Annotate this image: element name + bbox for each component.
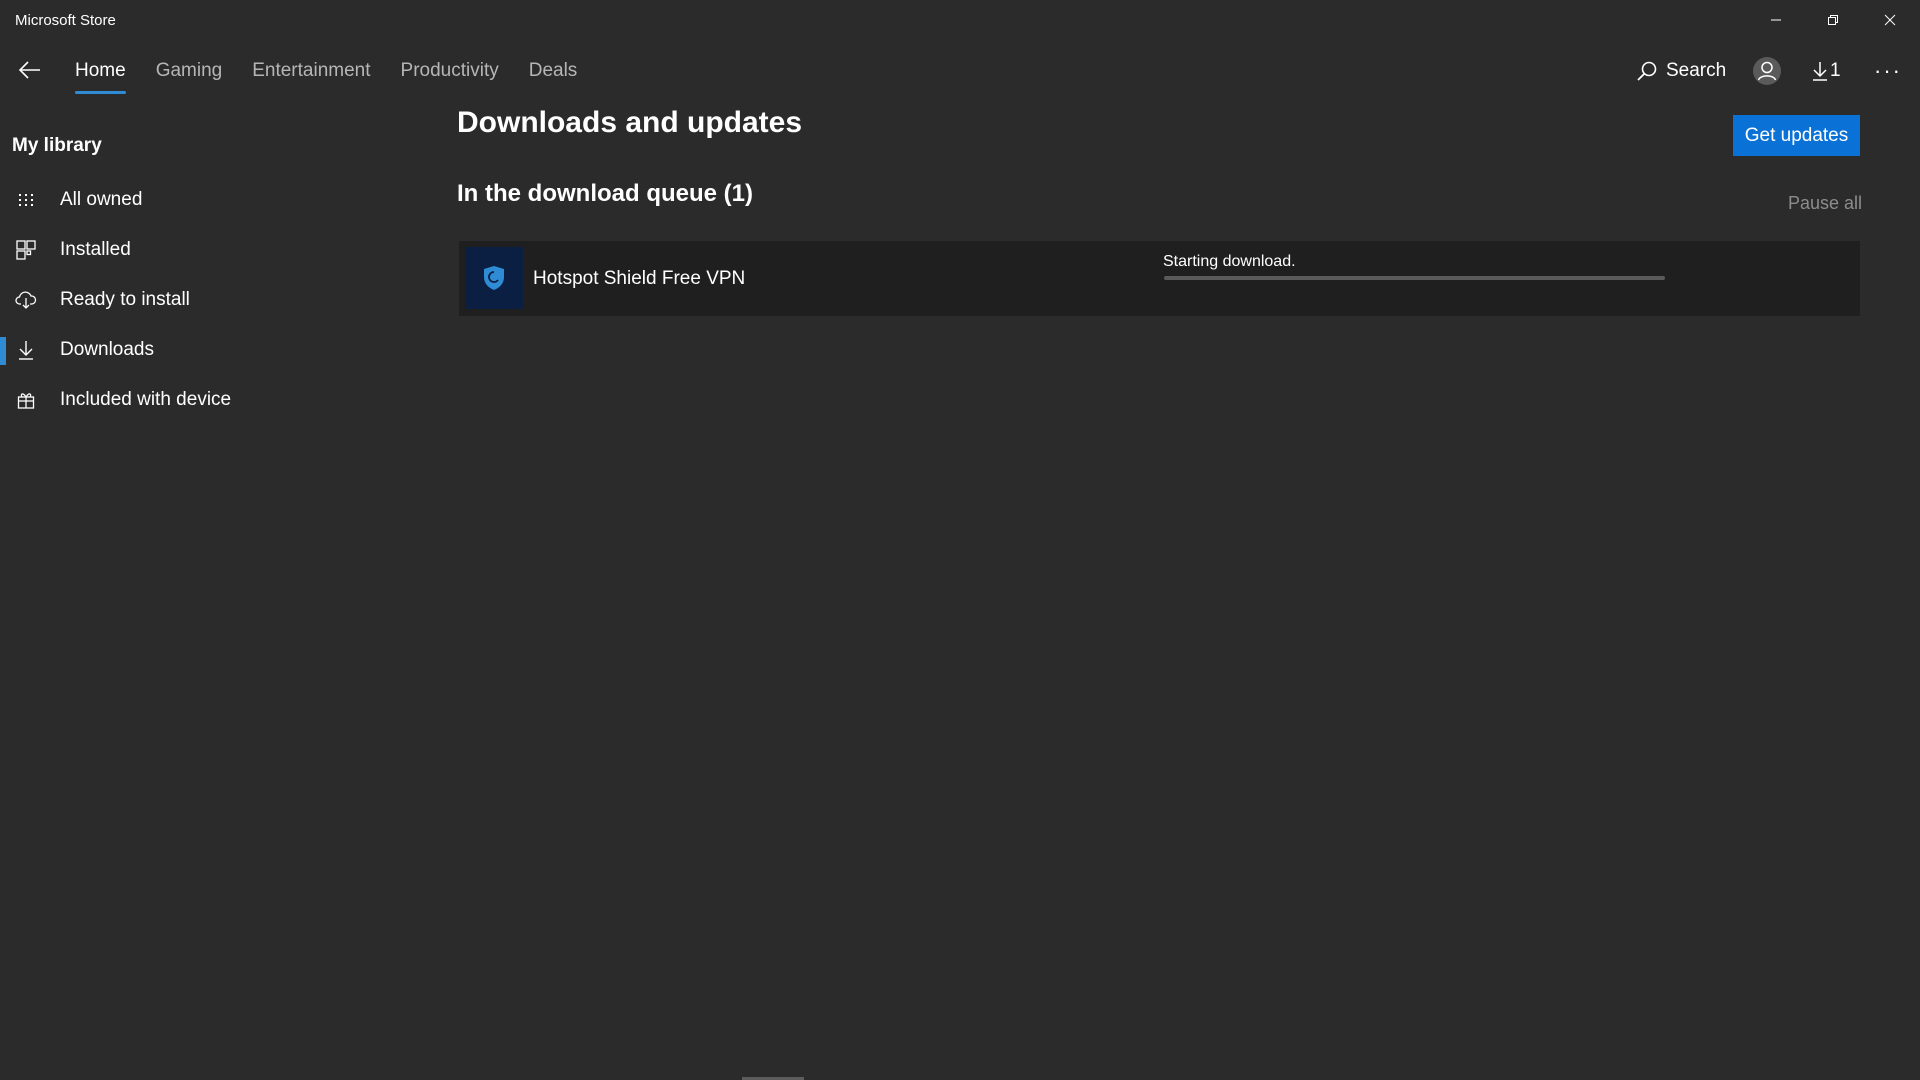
sidebar-item-ready-to-install[interactable]: Ready to install xyxy=(0,275,440,325)
search-icon xyxy=(1637,61,1657,81)
get-updates-button[interactable]: Get updates xyxy=(1733,115,1860,156)
sidebar-item-all-owned[interactable]: All owned xyxy=(0,175,440,225)
app-tile xyxy=(465,247,523,309)
nav-tabs: Home Gaming Entertainment Productivity D… xyxy=(75,44,607,98)
cloud-download-icon xyxy=(14,288,38,312)
tab-productivity[interactable]: Productivity xyxy=(401,44,499,98)
close-button[interactable] xyxy=(1862,0,1918,40)
shield-icon xyxy=(484,266,504,290)
grid-icon xyxy=(14,188,38,212)
sidebar-item-label: All owned xyxy=(60,189,143,210)
tab-deals[interactable]: Deals xyxy=(529,44,578,98)
download-icon xyxy=(14,338,38,362)
pause-all-button[interactable]: Pause all xyxy=(1788,193,1862,214)
nav-bar: Home Gaming Entertainment Productivity D… xyxy=(0,44,1920,98)
sidebar-item-downloads[interactable]: Downloads xyxy=(0,325,440,375)
tab-home[interactable]: Home xyxy=(75,44,126,98)
account-button[interactable] xyxy=(1752,44,1782,98)
sidebar-item-label: Installed xyxy=(60,239,131,260)
sidebar-item-label: Downloads xyxy=(60,339,154,360)
minimize-button[interactable] xyxy=(1748,0,1804,40)
title-bar: Microsoft Store xyxy=(0,0,1920,40)
more-icon: ··· xyxy=(1874,58,1902,83)
sidebar-item-included-with-device[interactable]: Included with device xyxy=(0,375,440,425)
page-title: Downloads and updates xyxy=(457,106,803,139)
downloads-button[interactable]: 1 xyxy=(1812,44,1841,98)
sidebar-heading: My library xyxy=(12,135,102,156)
sidebar-item-label: Included with device xyxy=(60,389,232,410)
store-window: Microsoft Store Home Gaming Entertainmen… xyxy=(0,0,1920,1080)
tab-entertainment[interactable]: Entertainment xyxy=(252,44,370,98)
search-button[interactable]: Search xyxy=(1636,44,1726,98)
download-status: Starting download. xyxy=(1163,253,1296,270)
queue-title: In the download queue (1) xyxy=(457,180,753,207)
app-title: Microsoft Store xyxy=(15,12,116,29)
restore-icon xyxy=(1828,15,1838,25)
back-arrow-icon xyxy=(19,61,40,79)
tab-gaming[interactable]: Gaming xyxy=(156,44,223,98)
download-progress-bar xyxy=(1164,276,1665,280)
gift-icon xyxy=(14,388,38,412)
app-name[interactable]: Hotspot Shield Free VPN xyxy=(533,268,745,290)
sidebar-item-label: Ready to install xyxy=(60,289,190,310)
account-icon xyxy=(1753,57,1781,85)
close-icon xyxy=(1884,14,1896,26)
installed-grid-icon xyxy=(14,238,38,262)
back-button[interactable] xyxy=(12,52,48,88)
downloads-count: 1 xyxy=(1830,60,1841,81)
more-button[interactable]: ··· xyxy=(1874,44,1902,98)
download-queue-item[interactable]: Hotspot Shield Free VPN Starting downloa… xyxy=(459,241,1860,316)
download-icon xyxy=(1813,62,1827,81)
restore-button[interactable] xyxy=(1805,0,1861,40)
search-label: Search xyxy=(1666,60,1727,81)
sidebar-item-installed[interactable]: Installed xyxy=(0,225,440,275)
minimize-icon xyxy=(1771,19,1781,21)
